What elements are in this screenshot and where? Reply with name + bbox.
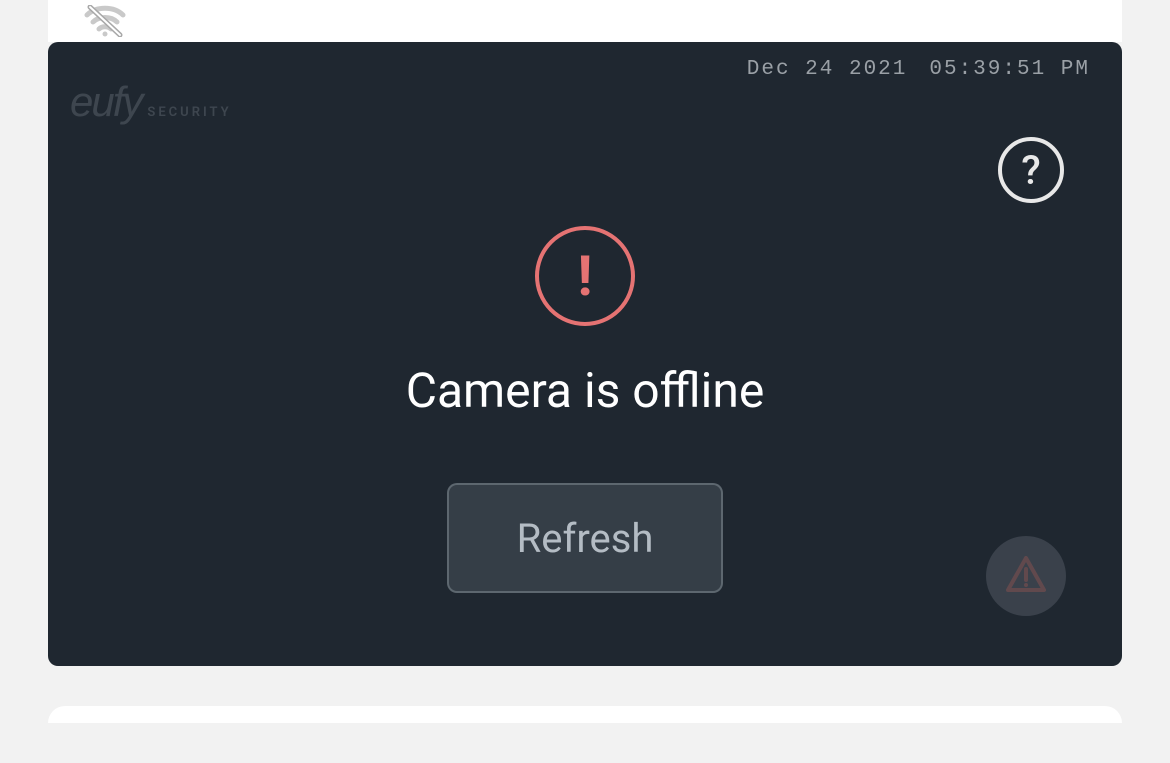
wifi-off-icon <box>84 5 126 37</box>
brand-watermark: eufy SECURITY <box>70 78 232 126</box>
brand-subline-text: SECURITY <box>147 105 231 120</box>
refresh-button-label: Refresh <box>517 515 654 562</box>
question-mark-icon: ? <box>1021 147 1040 194</box>
warning-triangle-icon <box>1004 552 1048 600</box>
timestamp-time: 05:39:51 PM <box>929 58 1090 81</box>
corner-alert-button[interactable] <box>986 536 1066 616</box>
status-message: Camera is offline <box>406 362 765 419</box>
help-button[interactable]: ? <box>998 137 1064 203</box>
timestamp-overlay: Dec 24 2021 05:39:51 PM <box>747 58 1090 81</box>
camera-player-panel: eufy SECURITY Dec 24 2021 05:39:51 PM ? … <box>48 42 1122 666</box>
refresh-button[interactable]: Refresh <box>447 483 723 593</box>
brand-name-text: eufy <box>70 78 141 126</box>
exclamation-mark-icon: ! <box>577 243 592 309</box>
next-card-peek <box>48 706 1122 723</box>
top-bar <box>48 0 1122 42</box>
alert-icon: ! <box>535 226 635 326</box>
timestamp-date: Dec 24 2021 <box>747 58 908 81</box>
below-spacer <box>48 706 1122 763</box>
